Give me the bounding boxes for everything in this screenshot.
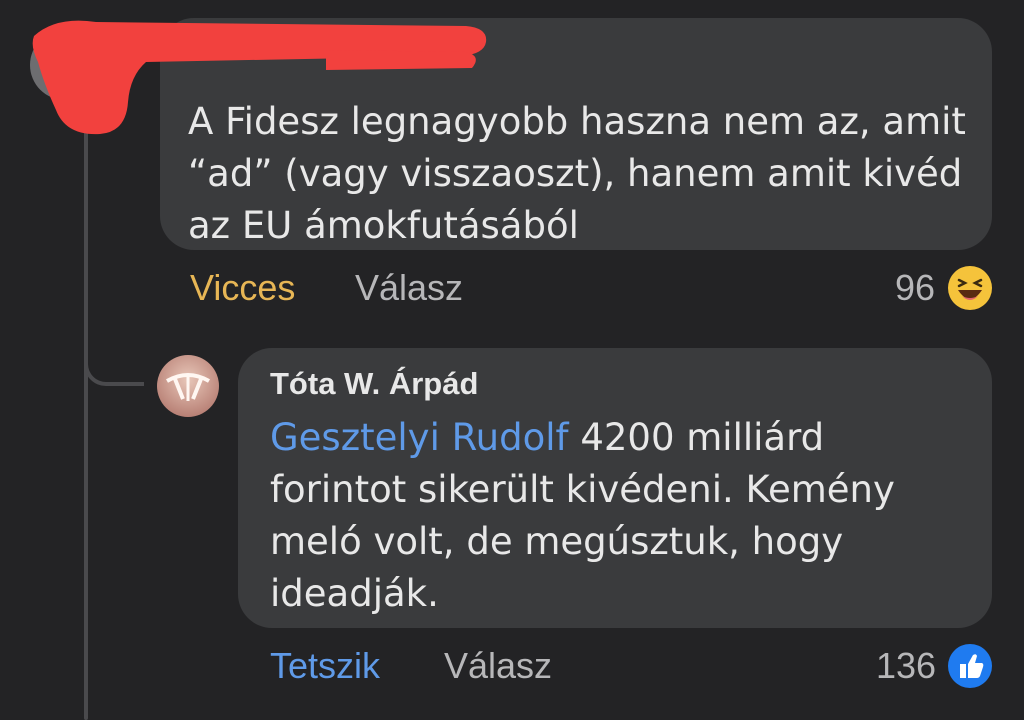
reply-author[interactable]: Tóta W. Árpád — [270, 366, 478, 402]
mention-link[interactable]: Gesztelyi Rudolf — [270, 416, 569, 459]
funny-reaction-button[interactable]: Vicces — [190, 267, 295, 309]
reply-author-avatar[interactable] — [157, 355, 219, 417]
reply-bubble: Tóta W. Árpád Gesztelyi Rudolf 4200 mill… — [238, 348, 992, 628]
like-thumb-icon[interactable] — [948, 644, 992, 688]
laughing-emoji-icon[interactable] — [948, 266, 992, 310]
thread-elbow — [84, 340, 144, 386]
reaction-count-2[interactable]: 136 — [876, 645, 936, 687]
redaction-scribble — [26, 6, 496, 138]
reply-button[interactable]: Válasz — [355, 267, 463, 309]
reply-button-2[interactable]: Válasz — [444, 645, 552, 687]
reply-text: Gesztelyi Rudolf 4200 milliárd forintot … — [270, 412, 970, 620]
reaction-count[interactable]: 96 — [895, 267, 935, 309]
thread-line — [84, 120, 88, 720]
like-button[interactable]: Tetszik — [270, 645, 380, 687]
